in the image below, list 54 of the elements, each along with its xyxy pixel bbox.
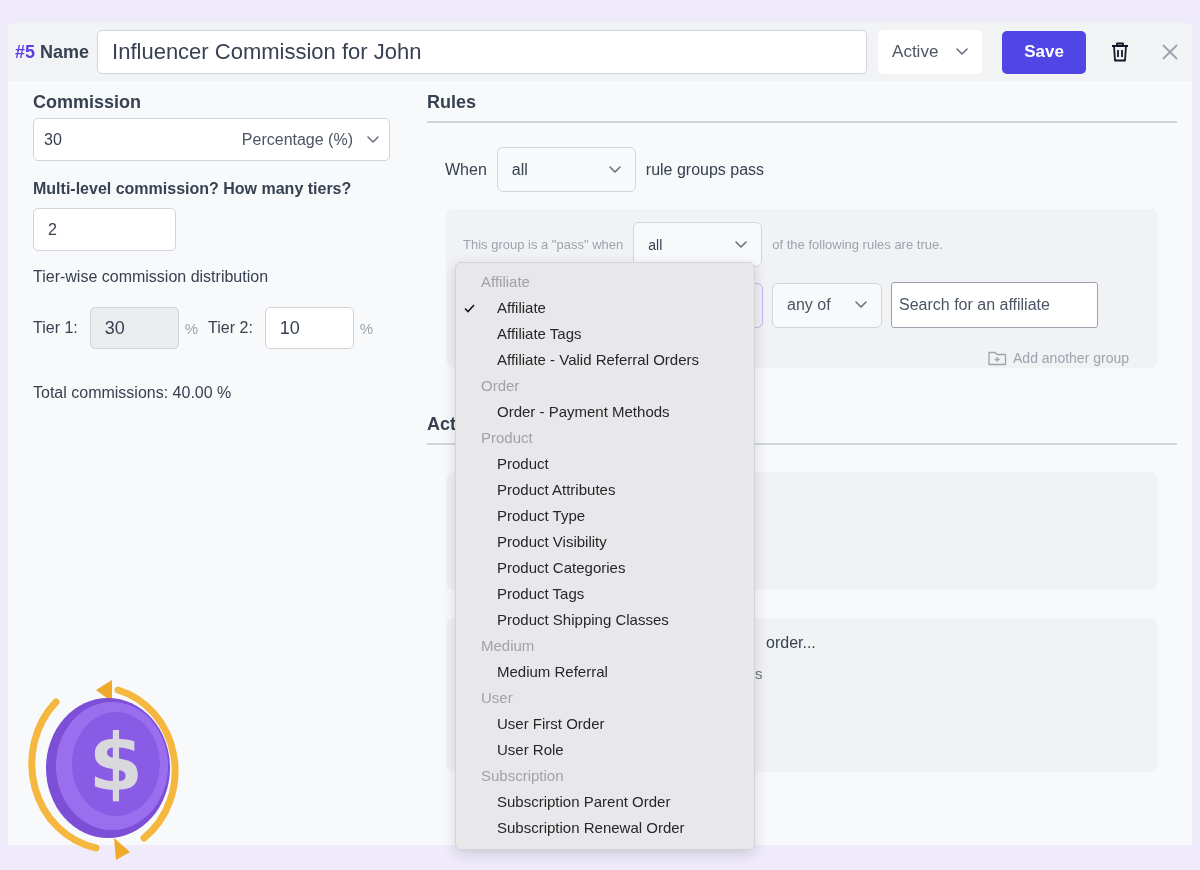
record-number: #5 [15, 41, 36, 63]
dropdown-option[interactable]: Affiliate - Valid Referral Orders [456, 347, 754, 373]
distribution-label: Tier-wise commission distribution [33, 268, 270, 286]
group-header: Product [480, 428, 534, 448]
dropdown-option[interactable]: Product Attributes [456, 477, 754, 503]
chevron-down-icon [855, 301, 867, 309]
chevron-down-icon [735, 240, 748, 249]
dropdown-option[interactable]: Affiliate [456, 295, 754, 321]
commission-field[interactable]: 30 Percentage (%) [33, 118, 390, 161]
commission-heading: Commission [33, 91, 143, 113]
status-select[interactable]: Active [878, 30, 983, 74]
group-header: Order [480, 376, 521, 396]
dropdown-option[interactable]: Product Visibility [456, 529, 754, 555]
chevron-down-icon [608, 165, 621, 174]
dropdown-option[interactable]: Medium Referral [456, 659, 754, 685]
tiers-field[interactable]: 2 [33, 208, 176, 251]
rule-groups-label: rule groups pass [645, 160, 765, 179]
dropdown-option[interactable]: Product Tags [456, 581, 754, 607]
rules-true-label: of the following rules are true. [772, 237, 943, 252]
tier-label: Tier 2: [208, 319, 253, 337]
name-label: Name [40, 41, 90, 63]
dropdown-option[interactable]: Product Categories [456, 555, 754, 581]
group-header: User [480, 688, 514, 708]
dropdown-option[interactable]: User First Order [456, 711, 754, 737]
tiers-label: Multi-level commission? How many tiers? [33, 180, 353, 198]
save-button[interactable]: Save [1002, 30, 1087, 74]
group-pass-label: This group is a "pass" when [463, 237, 624, 252]
group-header: Medium [480, 636, 536, 656]
match-select[interactable]: all [496, 147, 636, 192]
group-header: Affiliate [480, 272, 531, 292]
dropdown-option[interactable]: Subscription Parent Order [456, 789, 754, 815]
percent-unit: % [184, 319, 199, 337]
folder-plus-icon [988, 350, 1007, 366]
percent-unit: % [359, 319, 374, 337]
name-field[interactable]: Influencer Commission for John [97, 30, 868, 74]
total-commissions: Total commissions: 40.00 % [33, 384, 233, 402]
chevron-down-icon [956, 48, 969, 56]
dropdown-option[interactable]: Subscription Renewal Order [456, 815, 754, 841]
dropdown-option[interactable]: Affiliate Tags [456, 321, 754, 347]
dropdown-option[interactable]: User Role [456, 737, 754, 763]
rules-heading: Rules [427, 91, 1177, 123]
operator-select[interactable]: any of [772, 282, 882, 328]
dropdown-option[interactable]: Product Type [456, 503, 754, 529]
chevron-down-icon [367, 135, 379, 144]
group-header: Subscription [480, 766, 565, 786]
condition-text: s [755, 665, 763, 682]
tier-field[interactable]: 10 [264, 307, 354, 349]
dropdown-option[interactable]: Product [456, 451, 754, 477]
trash-icon[interactable] [1111, 42, 1130, 62]
condition-text: order... [766, 634, 816, 652]
when-label: When [445, 160, 487, 179]
dropdown-option[interactable]: Product Shipping Classes [456, 607, 754, 633]
tier-label: Tier 1: [33, 319, 78, 337]
affiliate-search-field[interactable]: Search for an affiliate [891, 282, 1098, 328]
